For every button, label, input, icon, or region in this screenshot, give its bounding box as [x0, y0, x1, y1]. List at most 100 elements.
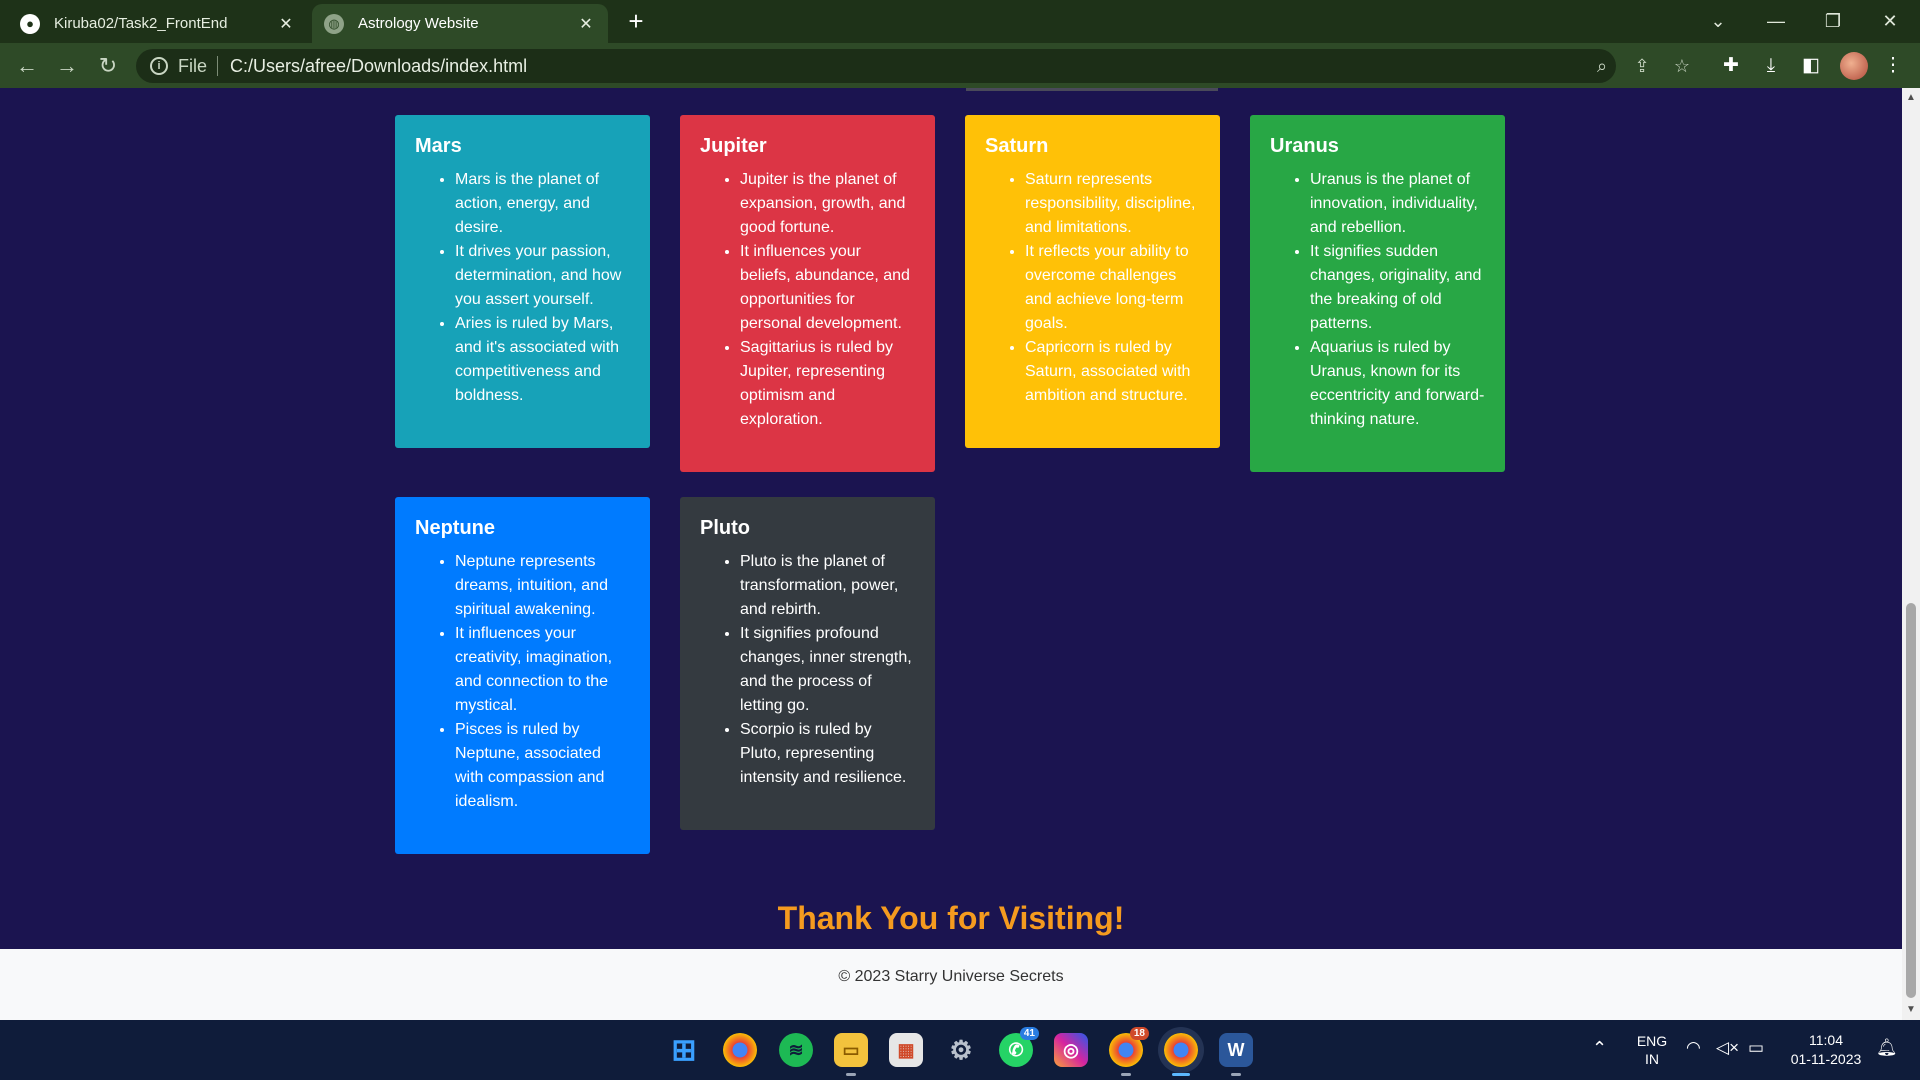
- card-title: Pluto: [700, 517, 750, 539]
- card-list: Jupiter is the planet of expansion, grow…: [700, 168, 915, 432]
- notification-bell-icon[interactable]: 🔔︎: [1876, 1038, 1898, 1058]
- spotify-icon[interactable]: ≋: [779, 1033, 813, 1067]
- thank-you-heading: Thank You for Visiting!: [777, 900, 1125, 936]
- planet-card-jupiter: Jupiter Jupiter is the planet of expansi…: [680, 115, 935, 472]
- list-item: Pluto is the planet of transformation, p…: [740, 550, 915, 622]
- volume-muted-icon[interactable]: ◁×: [1716, 1038, 1739, 1058]
- list-item: Aquarius is ruled by Uranus, known for i…: [1310, 336, 1485, 432]
- running-indicator: [1121, 1073, 1131, 1076]
- scheme-label: File: [178, 55, 208, 76]
- avatar[interactable]: [1840, 52, 1868, 80]
- list-item: It reflects your ability to overcome cha…: [1025, 240, 1200, 336]
- card-title: Saturn: [985, 135, 1049, 157]
- divider: [966, 88, 1218, 91]
- planet-card-saturn: Saturn Saturn represents responsibility,…: [965, 115, 1220, 448]
- list-item: It signifies sudden changes, originality…: [1310, 240, 1485, 336]
- store-icon[interactable]: ▦: [889, 1033, 923, 1067]
- card-list: Uranus is the planet of innovation, indi…: [1270, 168, 1485, 432]
- wifi-icon[interactable]: ◠: [1686, 1038, 1701, 1058]
- list-item: Aries is ruled by Mars, and it's associa…: [455, 312, 630, 408]
- card-title: Mars: [415, 135, 462, 157]
- language-code: ENG: [1636, 1033, 1668, 1049]
- list-item: Neptune represents dreams, intuition, an…: [455, 550, 630, 622]
- scrollbar-thumb[interactable]: [1906, 603, 1916, 998]
- share-icon[interactable]: ⇪: [1630, 54, 1654, 78]
- file-explorer-icon[interactable]: ▭: [834, 1033, 868, 1076]
- bookmark-star-icon[interactable]: ☆: [1670, 54, 1694, 78]
- chevron-up-icon[interactable]: ⌃: [1592, 1038, 1607, 1059]
- card-title: Neptune: [415, 517, 495, 539]
- close-window-button[interactable]: ✕: [1870, 6, 1910, 36]
- card-list: Mars is the planet of action, energy, an…: [415, 168, 630, 408]
- chrome-active-icon[interactable]: [1164, 1033, 1198, 1076]
- restore-button[interactable]: ❐: [1813, 6, 1853, 36]
- running-indicator: [1231, 1073, 1241, 1076]
- close-icon[interactable]: ✕: [276, 14, 296, 34]
- list-item: Saturn represents responsibility, discip…: [1025, 168, 1200, 240]
- list-item: It influences your creativity, imaginati…: [455, 622, 630, 718]
- list-item: Jupiter is the planet of expansion, grow…: [740, 168, 915, 240]
- card-title: Jupiter: [700, 135, 767, 157]
- clock[interactable]: 11:04 01-11-2023: [1782, 1031, 1870, 1069]
- github-icon: ●: [20, 13, 40, 34]
- tab-strip: ● Kiruba02/Task2_FrontEnd ✕ ◍ Astrology …: [0, 0, 1920, 43]
- list-item: It influences your beliefs, abundance, a…: [740, 240, 915, 336]
- planet-card-mars: Mars Mars is the planet of action, energ…: [395, 115, 650, 448]
- clock-date: 01-11-2023: [1790, 1051, 1862, 1067]
- side-panel-icon[interactable]: ◧: [1798, 53, 1824, 79]
- planet-card-uranus: Uranus Uranus is the planet of innovatio…: [1250, 115, 1505, 472]
- list-item: Pisces is ruled by Neptune, associated w…: [455, 718, 630, 814]
- word-icon[interactable]: W: [1219, 1033, 1253, 1076]
- language-indicator[interactable]: ENG IN: [1632, 1032, 1672, 1068]
- page-footer: © 2023 Starry Universe Secrets: [0, 949, 1902, 1020]
- globe-icon: ◍: [324, 13, 344, 34]
- address-bar[interactable]: i File C:/Users/afree/Downloads/index.ht…: [136, 49, 1690, 83]
- reload-icon[interactable]: ↻: [93, 51, 123, 81]
- page-scrollbar[interactable]: ▲ ▼: [1902, 88, 1920, 1020]
- tab-search-icon[interactable]: ⌄: [1698, 6, 1738, 36]
- back-icon[interactable]: ←: [12, 51, 42, 81]
- tab-github[interactable]: ● Kiruba02/Task2_FrontEnd ✕: [8, 4, 308, 43]
- browser-toolbar: ← → ↻ i File C:/Users/afree/Downloads/in…: [0, 43, 1920, 88]
- settings-gear-icon[interactable]: ⚙: [944, 1033, 978, 1067]
- url-text: C:/Users/afree/Downloads/index.html: [230, 55, 528, 76]
- instagram-icon[interactable]: ◎: [1054, 1033, 1088, 1067]
- minimize-button[interactable]: —: [1756, 6, 1796, 36]
- tab-astrology[interactable]: ◍ Astrology Website ✕: [312, 4, 608, 43]
- chrome-profile-icon[interactable]: 18: [1109, 1027, 1149, 1076]
- menu-icon[interactable]: ⋮: [1880, 53, 1906, 79]
- list-item: Sagittarius is ruled by Jupiter, represe…: [740, 336, 915, 432]
- list-item: It drives your passion, determination, a…: [455, 240, 630, 312]
- divider: [217, 56, 219, 76]
- region-code: IN: [1645, 1051, 1659, 1067]
- notification-badge: 18: [1129, 1027, 1149, 1040]
- tab-title: Kiruba02/Task2_FrontEnd: [54, 15, 228, 32]
- whatsapp-icon[interactable]: ✆ 41: [999, 1027, 1039, 1067]
- list-item: It signifies profound changes, inner str…: [740, 622, 915, 718]
- chrome-icon[interactable]: [723, 1033, 757, 1067]
- tab-title: Astrology Website: [358, 15, 479, 32]
- new-tab-button[interactable]: +: [622, 8, 650, 36]
- card-list: Neptune represents dreams, intuition, an…: [415, 550, 630, 814]
- windows-start-icon[interactable]: ⊞: [667, 1033, 701, 1067]
- card-list: Saturn represents responsibility, discip…: [985, 168, 1200, 408]
- notification-badge: 41: [1019, 1027, 1039, 1040]
- forward-icon[interactable]: →: [52, 51, 82, 81]
- list-item: Mars is the planet of action, energy, an…: [455, 168, 630, 240]
- scroll-up-icon[interactable]: ▲: [1902, 90, 1920, 106]
- list-item: Uranus is the planet of innovation, indi…: [1310, 168, 1485, 240]
- planet-card-pluto: Pluto Pluto is the planet of transformat…: [680, 497, 935, 830]
- close-icon[interactable]: ✕: [576, 14, 596, 34]
- battery-icon[interactable]: ▭: [1748, 1038, 1764, 1058]
- info-icon[interactable]: i: [150, 57, 168, 75]
- zoom-icon[interactable]: ⌕: [1590, 54, 1614, 78]
- scroll-down-icon[interactable]: ▼: [1902, 1002, 1920, 1018]
- download-icon[interactable]: ⤓: [1758, 53, 1784, 79]
- card-list: Pluto is the planet of transformation, p…: [700, 550, 915, 790]
- windows-taskbar: ⊞ ≋ ▭ ▦ ⚙ ✆ 41 ◎ 18 W ⌃ ENG IN ◠ ◁× ▭ 11:…: [0, 1020, 1920, 1080]
- clock-time: 11:04: [1809, 1032, 1843, 1048]
- active-indicator: [1172, 1073, 1190, 1076]
- card-title: Uranus: [1270, 135, 1339, 157]
- extensions-icon[interactable]: ✚: [1718, 53, 1744, 79]
- page-viewport: Mars Mars is the planet of action, energ…: [0, 88, 1902, 1020]
